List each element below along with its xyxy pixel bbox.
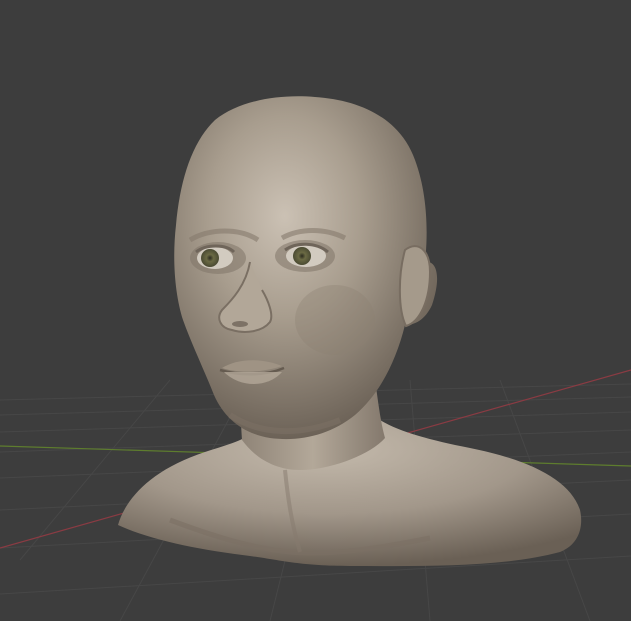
bust-model[interactable] bbox=[118, 96, 582, 567]
viewport-canvas[interactable] bbox=[0, 0, 631, 621]
nostril bbox=[232, 321, 248, 327]
3d-viewport[interactable] bbox=[0, 0, 631, 621]
cheek-shadow bbox=[295, 285, 375, 355]
right-iris bbox=[293, 247, 311, 265]
left-iris bbox=[201, 249, 219, 267]
